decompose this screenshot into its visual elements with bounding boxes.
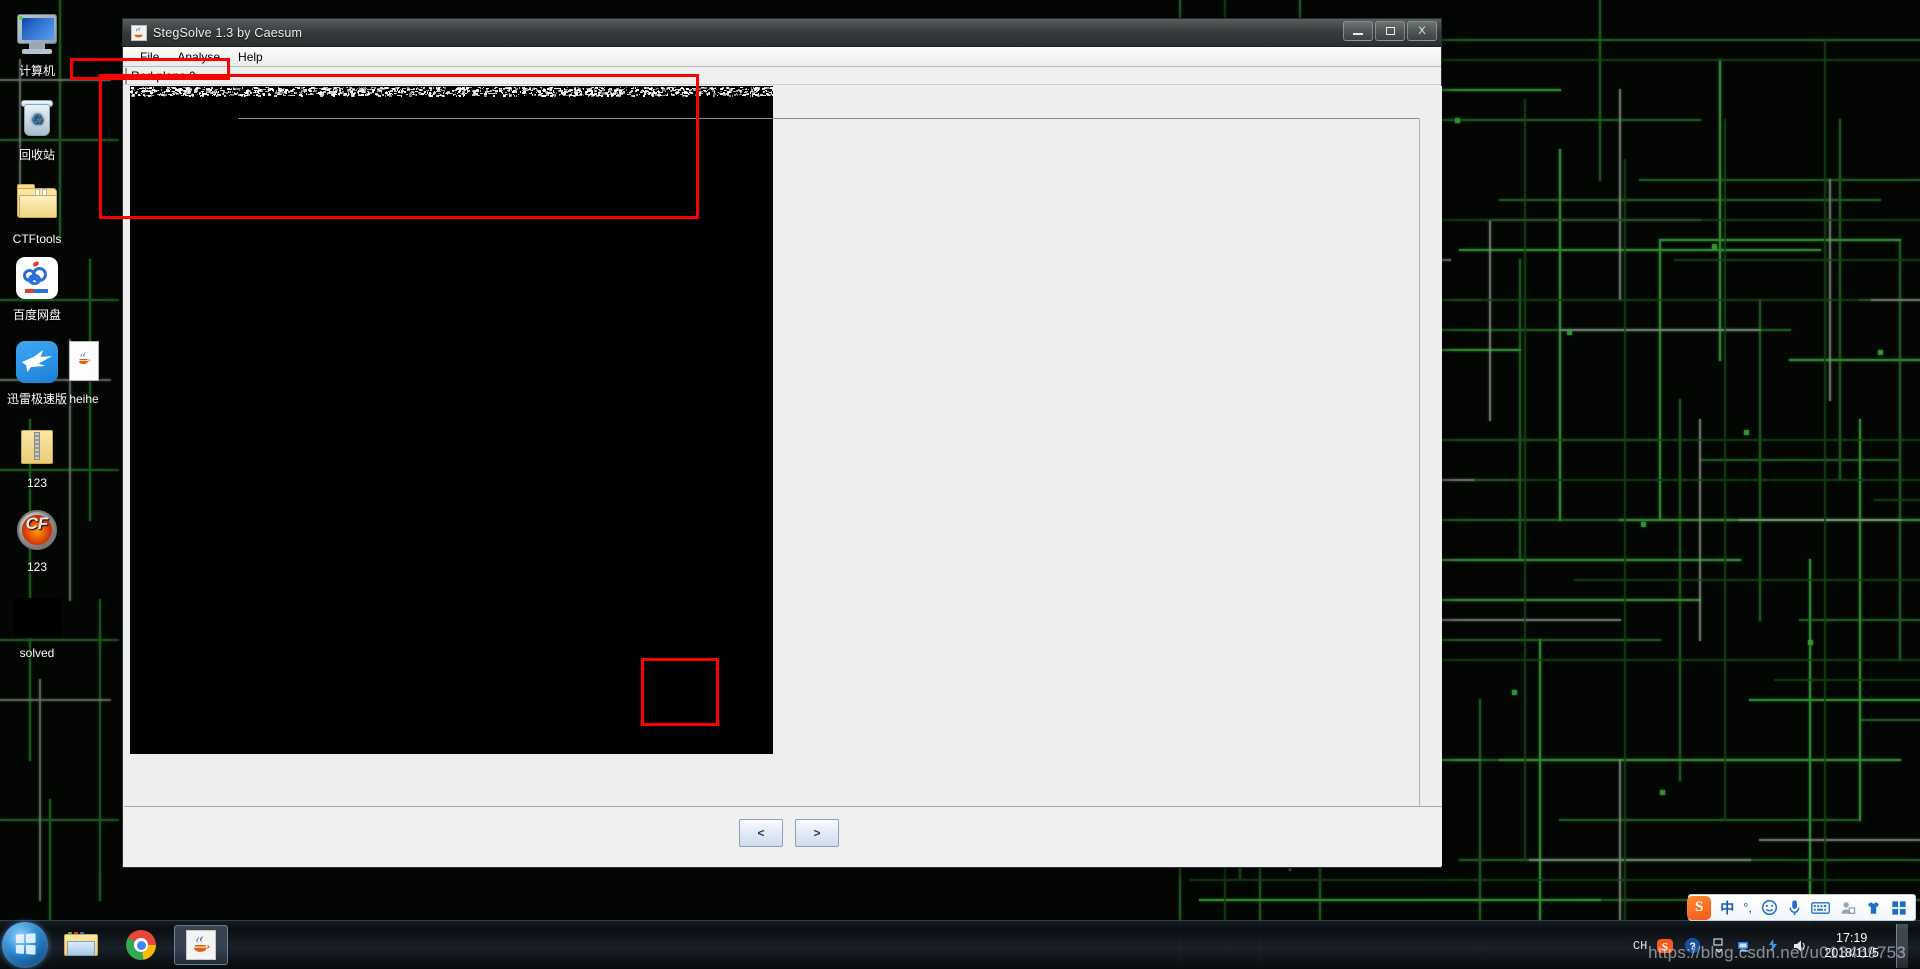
desktop-icon-label: 回收站: [18, 148, 55, 162]
show-desktop-button[interactable]: [1896, 923, 1908, 968]
desktop-icon-123-crossfire[interactable]: CF 123: [0, 506, 82, 574]
taskbar-item-explorer[interactable]: [54, 925, 108, 965]
maximize-button[interactable]: [1375, 21, 1405, 41]
show-hidden-icons-icon[interactable]: [1710, 937, 1728, 955]
java-coffee-icon: [131, 24, 147, 41]
menu-help[interactable]: Help: [229, 48, 272, 66]
file-explorer-icon: [64, 931, 98, 959]
image-noise-band: [130, 86, 773, 98]
smiley-icon[interactable]: [1761, 899, 1778, 916]
window-controls[interactable]: X: [1343, 21, 1437, 41]
action-center-icon[interactable]: [1764, 937, 1782, 955]
java-file-icon: [60, 338, 108, 386]
chrome-icon: [126, 930, 156, 960]
skin-icon[interactable]: [1865, 900, 1882, 916]
menu-analyse[interactable]: Analyse: [168, 48, 229, 66]
minimize-button[interactable]: [1343, 21, 1373, 41]
desktop-icon-computer[interactable]: 计算机: [0, 10, 82, 78]
java-coffee-icon: [186, 930, 216, 960]
sogou-pinyin-icon[interactable]: S: [1656, 937, 1674, 955]
desktop-icon-label: CTFtools: [12, 232, 62, 246]
desktop-icon-heihe[interactable]: heihe: [45, 338, 123, 406]
taskbar-clock[interactable]: 17:19 2018/11/5: [1824, 931, 1879, 961]
taskbar-item-stegsolve[interactable]: [174, 925, 228, 965]
next-plane-button[interactable]: >: [795, 819, 839, 847]
input-method-indicator[interactable]: CH: [1633, 939, 1647, 953]
desktop-icon-solved[interactable]: solved: [0, 598, 82, 660]
help-icon[interactable]: ?: [1683, 937, 1701, 955]
desktop-icon-baidu-netdisk[interactable]: 百度网盘: [0, 254, 82, 322]
desktop-icon-label: 百度网盘: [12, 308, 61, 322]
toolbox-icon[interactable]: [1891, 900, 1907, 916]
taskbar-item-chrome[interactable]: [114, 925, 168, 965]
desktop-icon-label: 123: [26, 560, 48, 574]
plane-navigation[interactable]: < >: [739, 819, 839, 847]
microphone-icon[interactable]: [1787, 899, 1802, 916]
folder-icon: [13, 178, 61, 226]
viewport-right-edge: [1419, 118, 1420, 840]
recycle-bin-icon: ♻: [13, 94, 61, 142]
ime-punctuation-toggle[interactable]: °,: [1743, 900, 1752, 915]
black-image-icon: [13, 598, 61, 640]
desktop-icon-123-zip[interactable]: 123: [0, 422, 82, 490]
image-view-area[interactable]: [124, 86, 1442, 841]
plane-label-row: Red plane 0: [123, 67, 1441, 85]
desktop-icon-recycle-bin[interactable]: ♻ 回收站: [0, 94, 82, 162]
zip-folder-icon: [13, 422, 61, 470]
java-coffee-icon: [79, 352, 91, 364]
close-button[interactable]: X: [1407, 21, 1437, 41]
user-icon[interactable]: [1839, 900, 1856, 916]
windows-logo-icon: [15, 933, 36, 955]
stegsolve-window[interactable]: StegSolve 1.3 by Caesum X File Analyse H…: [122, 18, 1442, 868]
system-tray[interactable]: CH S ? 17:19 2018/11/5: [1633, 921, 1920, 969]
plane-label: Red plane 0: [125, 67, 196, 84]
ime-mode-toggle[interactable]: 中: [1720, 898, 1734, 918]
desktop-icon-label: heihe: [69, 392, 99, 406]
svg-text:?: ?: [1689, 941, 1695, 952]
window-bottom-bar: < >: [124, 806, 1442, 866]
desktop[interactable]: 计算机 ♻ 回收站 CTFtools 百度网盘 迅雷极速版 heihe 123 …: [0, 0, 1920, 969]
desktop-icon-ctftools[interactable]: CTFtools: [0, 178, 82, 246]
taskbar[interactable]: CH S ? 17:19 2018/11/5: [0, 920, 1920, 969]
desktop-icon-label: solved: [19, 646, 55, 660]
window-title-bar[interactable]: StegSolve 1.3 by Caesum X: [123, 19, 1441, 47]
clock-date: 2018/11/5: [1824, 945, 1879, 960]
computer-icon: [13, 10, 61, 58]
menu-bar[interactable]: File Analyse Help: [123, 47, 1441, 67]
clock-time: 17:19: [1836, 930, 1868, 945]
close-icon: X: [1418, 25, 1426, 37]
baidu-netdisk-icon: [13, 254, 61, 302]
stego-image: [130, 86, 773, 754]
prev-plane-button[interactable]: <: [739, 819, 783, 847]
window-title: StegSolve 1.3 by Caesum: [153, 25, 303, 40]
volume-icon[interactable]: [1791, 937, 1809, 955]
network-icon[interactable]: [1737, 937, 1755, 955]
svg-text:S: S: [1662, 939, 1669, 953]
desktop-icon-label: 计算机: [18, 64, 55, 78]
keyboard-icon[interactable]: [1811, 901, 1830, 915]
menu-file[interactable]: File: [131, 48, 168, 66]
desktop-icon-label: 123: [26, 476, 48, 490]
sogou-logo-icon[interactable]: S: [1687, 895, 1712, 920]
sogou-ime-bar[interactable]: S 中 °,: [1687, 894, 1916, 921]
start-button[interactable]: [2, 922, 48, 968]
viewport-divider: [238, 118, 1420, 119]
crossfire-game-icon: CF: [13, 506, 61, 554]
